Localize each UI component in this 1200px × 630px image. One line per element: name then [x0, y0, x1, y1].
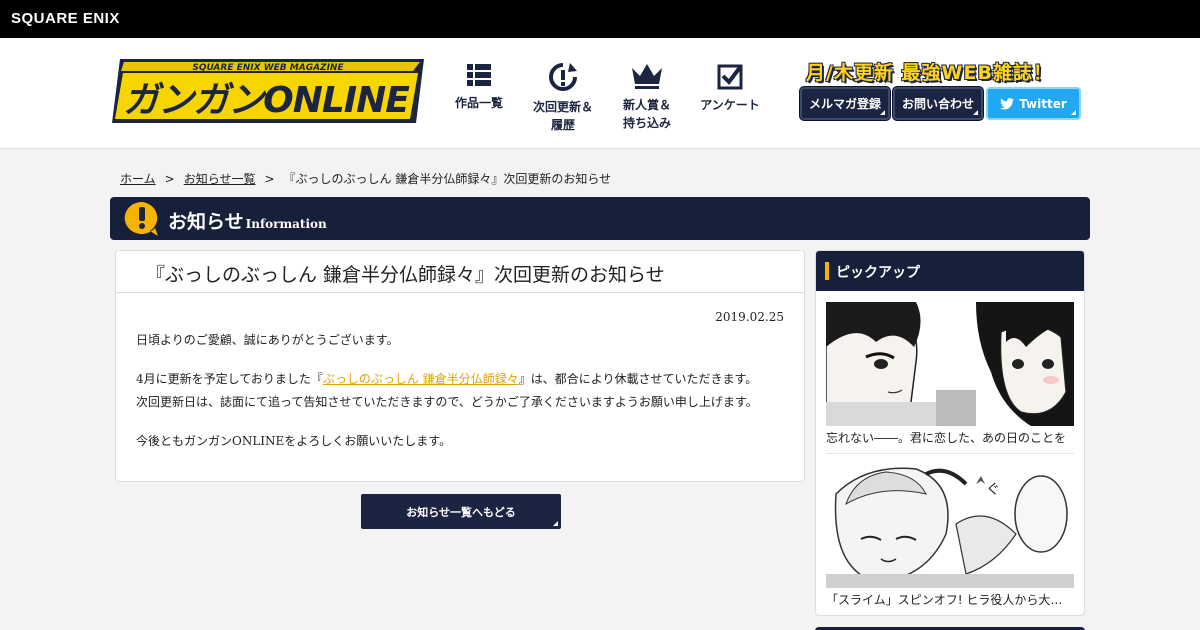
paragraph-text: 次回更新日は、誌面にて追って告知させていただきますので、どうかご了承くださいます…: [136, 395, 758, 409]
back-to-news-list-button[interactable]: お知らせ一覧へもどる: [361, 494, 561, 529]
article-date: 2019.02.25: [715, 310, 784, 324]
twitter-bird-icon: [1000, 97, 1015, 109]
corner-arrow-icon: [973, 110, 978, 115]
corporate-bar: SQUARE ENIX: [0, 0, 1200, 38]
nav-label-2: 履歴: [550, 118, 575, 132]
breadcrumb-home[interactable]: ホーム: [120, 172, 156, 186]
paragraph-text: 』は、都合により休載させていただきます。: [518, 372, 758, 386]
section-header: お知らせ Information: [110, 197, 1090, 240]
nav-newcomer-award[interactable]: 新人賞＆ 持ち込み: [619, 62, 675, 132]
nav-label-2: 持ち込み: [622, 116, 671, 130]
corner-arrow-icon: [880, 110, 885, 115]
pickup-thumbnail[interactable]: [826, 302, 1074, 426]
corner-arrow-icon: [553, 521, 558, 526]
pickup-thumbnail[interactable]: ぐ: [826, 464, 1074, 588]
contact-button[interactable]: お問い合わせ: [893, 87, 983, 120]
pickup-title: ピックアップ: [836, 265, 920, 281]
pickup-panel: ピックアップ 忘れない――。君に恋した、あの日のことを ぐ 「スライム」スピンオ…: [815, 250, 1085, 616]
twitter-button[interactable]: Twitter: [986, 87, 1081, 120]
pickup-caption[interactable]: 忘れない――。君に恋した、あの日のことを: [826, 429, 1074, 446]
section-title: お知らせ Information: [168, 207, 327, 234]
nav-label: 作品一覧: [454, 96, 503, 110]
crown-icon: [632, 64, 662, 89]
accent-bar: [825, 262, 829, 280]
breadcrumb-news-list[interactable]: お知らせ一覧: [184, 172, 256, 186]
exclamation-icon: [124, 201, 158, 236]
article-paragraph: 4月に更新を予定しておりました『ぶっしのぶっしん 鎌倉半分仏師録々』は、都合によ…: [136, 368, 796, 414]
logo-main-text: ガンガンONLINE: [123, 80, 410, 121]
square-enix-logo[interactable]: SQUARE ENIX: [11, 10, 120, 27]
nav-label: 次回更新＆: [532, 100, 593, 114]
back-button-label: お知らせ一覧へもどる: [406, 505, 516, 519]
breadcrumb-current: 『ぶっしのぶっしん 鎌倉半分仏師録々』次回更新のお知らせ: [283, 172, 612, 186]
checkbox-icon: [717, 64, 743, 90]
breadcrumb: ホーム > お知らせ一覧 > 『ぶっしのぶっしん 鎌倉半分仏師録々』次回更新のお知らせ: [120, 170, 611, 187]
contact-label: お問い合わせ: [901, 97, 974, 111]
logo-top-text: SQUARE ENIX WEB MAGAZINE: [192, 63, 344, 73]
mail-magazine-label: メルマガ登録: [808, 97, 881, 111]
update-clock-icon: [549, 63, 577, 91]
corner-arrow-icon: [1071, 110, 1076, 115]
section-subtitle: Information: [245, 217, 327, 231]
svg-text:ぐ: ぐ: [986, 482, 1000, 498]
nav-label: アンケート: [700, 98, 760, 112]
article-body: 日頃よりのご愛顧、誠にありがとうございます。 4月に更新を予定しておりました『ぶ…: [136, 329, 796, 469]
gangan-online-logo[interactable]: SQUARE ENIX WEB MAGAZINE ガンガンONLINE: [110, 57, 426, 125]
pickup-caption[interactable]: 「スライム」スピンオフ! ヒラ役人から大臣…: [826, 591, 1074, 608]
article-paragraph: 日頃よりのご愛顧、誠にありがとうございます。: [136, 333, 399, 347]
tagline: 月/木更新 最強WEB雑誌！: [806, 62, 1053, 84]
work-title-link[interactable]: ぶっしのぶっしん 鎌倉半分仏師録々: [323, 372, 519, 386]
nav-works-list[interactable]: 作品一覧: [452, 62, 506, 112]
pickup-item[interactable]: ぐ 「スライム」スピンオフ! ヒラ役人から大臣…: [826, 464, 1074, 608]
pickup-item[interactable]: 忘れない――。君に恋した、あの日のことを: [826, 302, 1074, 446]
nav-label: 新人賞＆: [622, 98, 671, 112]
mail-magazine-button[interactable]: メルマガ登録: [800, 87, 890, 120]
news-article: 『ぶっしのぶっしん 鎌倉半分仏師録々』次回更新のお知らせ 2019.02.25 …: [115, 250, 805, 482]
twitter-label: Twitter: [1019, 96, 1067, 111]
grid-list-icon: [467, 64, 491, 86]
nav-survey[interactable]: アンケート: [698, 62, 762, 114]
section-title-text: お知らせ: [168, 211, 244, 233]
article-title: 『ぶっしのぶっしん 鎌倉半分仏師録々』次回更新のお知らせ: [116, 251, 804, 293]
article-paragraph: 今後ともガンガンONLINEをよろしくお願いいたします。: [136, 434, 452, 448]
paragraph-text: 4月に更新を予定しておりました『: [136, 372, 323, 386]
site-header: SQUARE ENIX WEB MAGAZINE ガンガンONLINE 作品一覧…: [0, 38, 1200, 149]
pickup-header: ピックアップ: [816, 251, 1084, 291]
breadcrumb-separator: >: [264, 172, 275, 186]
nav-next-update[interactable]: 次回更新＆ 履歴: [530, 62, 596, 134]
breadcrumb-separator: >: [164, 172, 175, 186]
pickup-divider: [826, 453, 1074, 454]
